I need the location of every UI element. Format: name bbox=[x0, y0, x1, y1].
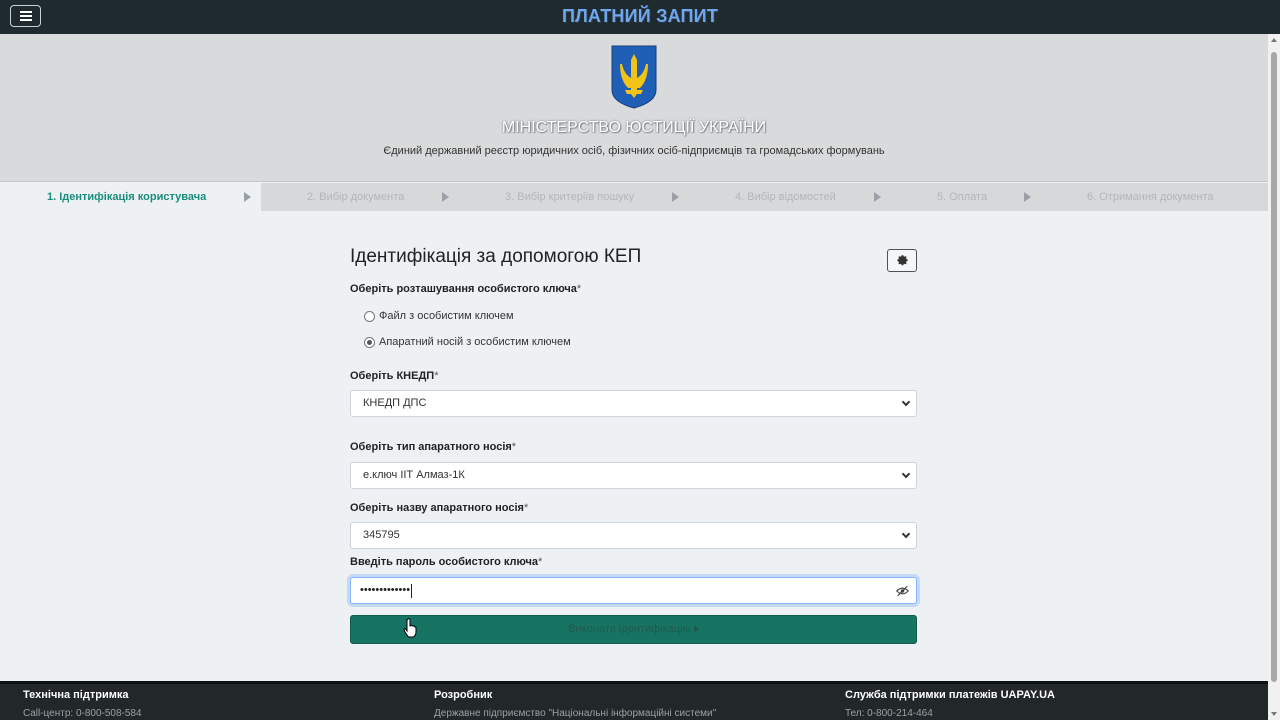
chevron-right-icon bbox=[874, 192, 881, 202]
footer-payments: Служба підтримки платежів UAPAY.UA Тел: … bbox=[845, 689, 1055, 719]
mouse-pointer-icon bbox=[403, 618, 417, 638]
step-label: 5. Оплата bbox=[937, 191, 988, 203]
text-caret bbox=[411, 584, 412, 598]
chevron-down-icon bbox=[902, 399, 910, 407]
select-value: 345795 bbox=[363, 529, 400, 541]
footer: Технічна підтримка Call-центр: 0-800-508… bbox=[0, 681, 1268, 720]
scroll-down-icon[interactable] bbox=[1271, 712, 1277, 716]
vertical-scrollbar[interactable] bbox=[1268, 34, 1280, 720]
submit-button[interactable]: Виконати ідентифікацію bbox=[350, 615, 917, 644]
chevron-down-icon bbox=[902, 531, 910, 539]
select-value: КНЕДП ДПС bbox=[363, 397, 427, 409]
footer-support-text: Call-центр: 0-800-508-584 bbox=[23, 708, 142, 719]
ministry-title: МІНІСТЕРСТВО ЮСТИЦІЇ УКРАЇНИ bbox=[501, 119, 767, 136]
chevron-right-icon bbox=[1024, 192, 1031, 202]
step-4[interactable]: 4. Вибір відомостей bbox=[691, 183, 891, 211]
key-location-label: Оберіть розташування особистого ключа* bbox=[350, 283, 582, 295]
kndp-label: Оберіть КНЕДП* bbox=[350, 370, 439, 382]
settings-button[interactable] bbox=[887, 249, 917, 272]
wizard-steps: 1. Ідентифікація користувача 2. Вибір до… bbox=[0, 183, 1268, 211]
chevron-right-icon bbox=[442, 192, 449, 202]
scroll-up-icon[interactable] bbox=[1271, 38, 1277, 42]
footer-developer: Розробник Державне підприємство "Націона… bbox=[434, 689, 716, 719]
top-bar: ПЛАТНИЙ ЗАПИТ bbox=[0, 0, 1280, 34]
footer-payments-title: Служба підтримки платежів UAPAY.UA bbox=[845, 689, 1056, 701]
radio-button-checked[interactable] bbox=[364, 337, 375, 348]
header-banner: МІНІСТЕРСТВО ЮСТИЦІЇ УКРАЇНИ Єдиний держ… bbox=[0, 34, 1268, 182]
chevron-down-icon bbox=[902, 471, 910, 479]
footer-support-title: Технічна підтримка bbox=[23, 689, 129, 701]
radio-label: Файл з особистим ключем bbox=[379, 310, 514, 322]
required-mark: * bbox=[523, 502, 529, 514]
step-3[interactable]: 3. Вибір критеріїв пошуку bbox=[461, 183, 691, 211]
device-name-select[interactable]: 345795 bbox=[350, 522, 917, 549]
registry-subtitle: Єдиний державний реєстр юридичних осіб, … bbox=[383, 145, 885, 157]
step-label: 1. Ідентифікація користувача bbox=[47, 191, 207, 203]
app-title: ПЛАТНИЙ ЗАПИТ bbox=[561, 6, 719, 26]
step-6[interactable]: 6. Отримання документа bbox=[1041, 183, 1268, 211]
footer-support: Технічна підтримка Call-центр: 0-800-508… bbox=[23, 689, 142, 719]
submit-label: Виконати ідентифікацію bbox=[568, 623, 691, 635]
kndp-select[interactable]: КНЕДП ДПС bbox=[350, 390, 917, 417]
radio-label: Апаратний носій з особистим ключем bbox=[379, 336, 571, 348]
device-name-label: Оберіть назву апаратного носія* bbox=[350, 502, 529, 514]
required-mark: * bbox=[538, 556, 543, 568]
step-1[interactable]: 1. Ідентифікація користувача bbox=[0, 183, 261, 211]
step-label: 6. Отримання документа bbox=[1087, 191, 1214, 203]
footer-developer-title: Розробник bbox=[434, 689, 493, 701]
required-mark: * bbox=[576, 283, 582, 295]
password-input[interactable]: ••••••••••••• bbox=[350, 577, 917, 604]
radio-button[interactable] bbox=[364, 311, 375, 322]
device-type-label: Оберіть тип апаратного носія* bbox=[350, 441, 517, 453]
password-label: Введіть пароль особистого ключа* bbox=[350, 556, 543, 568]
step-label: 4. Вибір відомостей bbox=[735, 191, 836, 203]
footer-payments-text: Тел: 0-800-214-464 bbox=[845, 708, 933, 719]
footer-developer-text: Державне підприємство "Національні інфор… bbox=[434, 708, 717, 719]
step-label: 2. Вибір документа bbox=[307, 191, 405, 203]
chevron-right-icon bbox=[672, 192, 679, 202]
required-mark: * bbox=[434, 370, 439, 382]
select-value: е.ключ ІІТ Алмаз-1К bbox=[363, 469, 465, 481]
scroll-thumb[interactable] bbox=[1271, 52, 1277, 682]
password-value: ••••••••••••• bbox=[360, 584, 411, 596]
gear-icon bbox=[897, 255, 908, 266]
step-label: 3. Вибір критеріїв пошуку bbox=[505, 191, 635, 203]
step-5[interactable]: 5. Оплата bbox=[891, 183, 1041, 211]
device-type-select[interactable]: е.ключ ІІТ Алмаз-1К bbox=[350, 462, 917, 489]
eye-slash-icon[interactable] bbox=[896, 585, 909, 597]
chevron-right-icon bbox=[244, 192, 251, 202]
required-mark: * bbox=[511, 441, 517, 453]
form-title: Ідентифікація за допомогою КЕП bbox=[350, 246, 642, 267]
chevron-right-icon bbox=[693, 625, 699, 634]
coat-of-arms-icon bbox=[611, 45, 657, 109]
step-2[interactable]: 2. Вибір документа bbox=[261, 183, 461, 211]
